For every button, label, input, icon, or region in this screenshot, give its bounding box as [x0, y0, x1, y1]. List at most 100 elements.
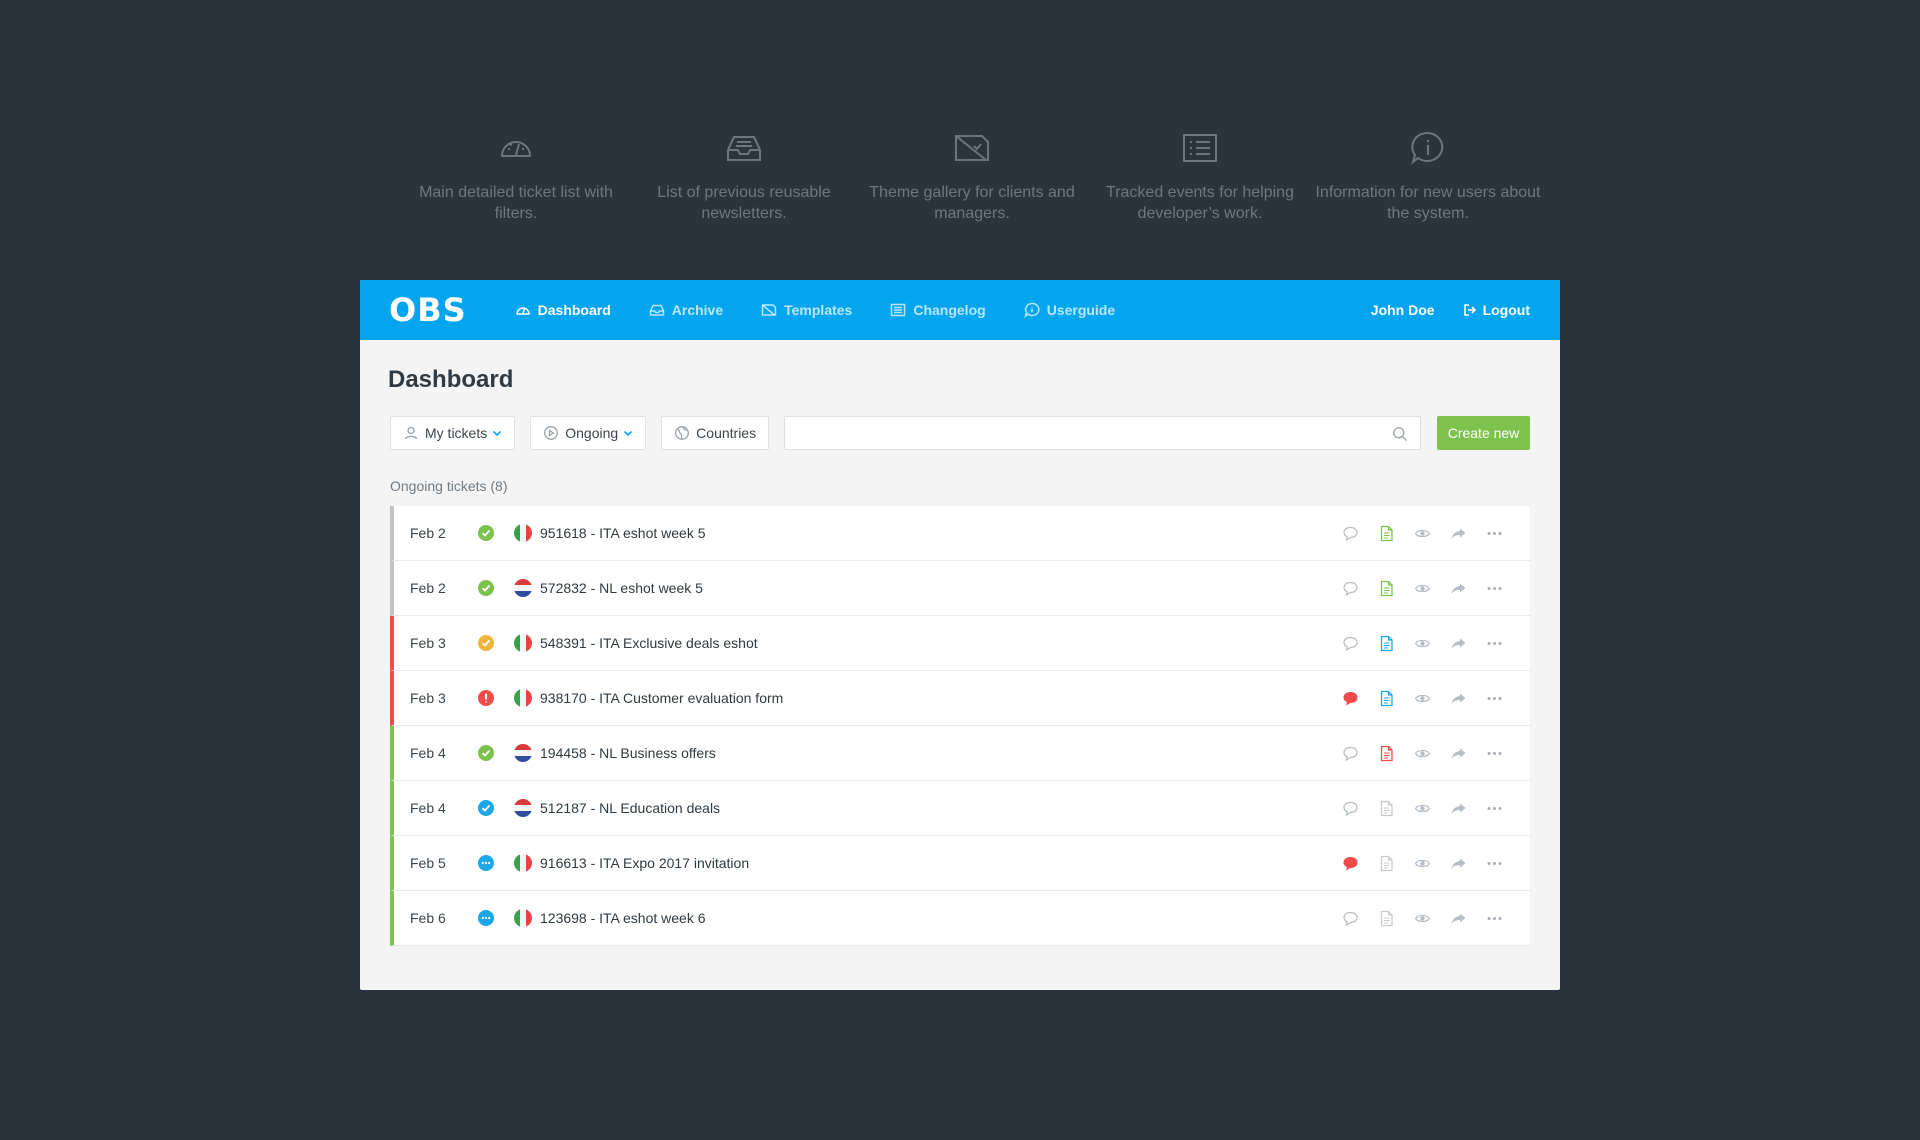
- eye-icon[interactable]: [1404, 853, 1440, 873]
- countries-dropdown[interactable]: Countries: [661, 416, 770, 450]
- ticket-name[interactable]: 916613 - ITA Expo 2017 invitation: [540, 855, 1332, 871]
- nav-label: Dashboard: [537, 302, 611, 318]
- nav-templates[interactable]: Templates: [761, 302, 852, 318]
- comment-icon[interactable]: [1332, 908, 1368, 928]
- search-box: [784, 416, 1421, 450]
- create-new-button[interactable]: Create new: [1437, 416, 1530, 450]
- share-arrow-icon[interactable]: [1440, 523, 1476, 543]
- ticket-name[interactable]: 123698 - ITA eshot week 6: [540, 910, 1332, 926]
- document-icon[interactable]: [1368, 853, 1404, 873]
- row-actions: [1332, 688, 1512, 708]
- eye-icon[interactable]: [1404, 578, 1440, 598]
- netherlands-flag-icon: [514, 579, 532, 597]
- logout-label: Logout: [1482, 302, 1530, 318]
- status-in-progress-icon: [476, 908, 496, 928]
- nav-changelog[interactable]: Changelog: [890, 302, 986, 318]
- table-row[interactable]: Feb 3 548391 - ITA Exclusive deals eshot: [390, 616, 1530, 671]
- main-content: Dashboard My tickets Ongoing Countries C…: [360, 340, 1560, 946]
- my-tickets-dropdown[interactable]: My tickets: [390, 416, 516, 450]
- globe-icon: [675, 426, 690, 440]
- feature-changelog: Tracked events for helping developer’s w…: [1086, 128, 1314, 224]
- list-heading: Ongoing tickets (8): [390, 478, 508, 494]
- eye-icon[interactable]: [1404, 743, 1440, 763]
- share-arrow-icon[interactable]: [1440, 853, 1476, 873]
- ticket-date: Feb 5: [410, 855, 446, 871]
- chevron-down-icon: [624, 430, 633, 437]
- comment-icon[interactable]: [1332, 798, 1368, 818]
- table-row[interactable]: Feb 4 194458 - NL Business offers: [390, 726, 1530, 781]
- more-options-icon[interactable]: [1476, 633, 1512, 653]
- search-input[interactable]: [785, 417, 1420, 449]
- nav-dashboard[interactable]: Dashboard: [515, 302, 611, 318]
- comment-icon[interactable]: [1332, 578, 1368, 598]
- document-icon[interactable]: [1368, 688, 1404, 708]
- ticket-name[interactable]: 512187 - NL Education deals: [540, 800, 1332, 816]
- share-arrow-icon[interactable]: [1440, 633, 1476, 653]
- comment-icon[interactable]: [1332, 853, 1368, 873]
- comment-icon[interactable]: [1332, 743, 1368, 763]
- table-row[interactable]: Feb 4 512187 - NL Education deals: [390, 781, 1530, 836]
- nav-label: Templates: [784, 302, 853, 318]
- share-arrow-icon[interactable]: [1440, 908, 1476, 928]
- table-row[interactable]: Feb 3 938170 - ITA Customer evaluation fo…: [390, 671, 1530, 726]
- feature-text: Main detailed ticket list with filters.: [419, 184, 613, 222]
- table-row[interactable]: Feb 2 951618 - ITA eshot week 5: [390, 506, 1530, 561]
- nav-label: Archive: [671, 302, 724, 318]
- my-tickets-label: My tickets: [425, 425, 488, 441]
- nav-userguide[interactable]: Userguide: [1023, 302, 1115, 318]
- ticket-date: Feb 4: [410, 745, 446, 761]
- table-row[interactable]: Feb 6 123698 - ITA eshot week 6: [390, 891, 1530, 946]
- ticket-date: Feb 4: [410, 800, 446, 816]
- table-row[interactable]: Feb 2 572832 - NL eshot week 5: [390, 561, 1530, 616]
- eye-icon[interactable]: [1404, 688, 1440, 708]
- eye-icon[interactable]: [1404, 908, 1440, 928]
- document-icon[interactable]: [1368, 908, 1404, 928]
- more-options-icon[interactable]: [1476, 578, 1512, 598]
- more-options-icon[interactable]: [1476, 908, 1512, 928]
- countries-label: Countries: [696, 425, 757, 441]
- italy-flag-icon: [514, 689, 532, 707]
- share-arrow-icon[interactable]: [1440, 743, 1476, 763]
- feature-userguide: Information for new users about the syst…: [1314, 128, 1542, 224]
- ticket-name[interactable]: 938170 - ITA Customer evaluation form: [540, 690, 1332, 706]
- search-icon[interactable]: [1392, 426, 1408, 442]
- document-icon[interactable]: [1368, 578, 1404, 598]
- info-bubble-icon: [1023, 302, 1040, 318]
- ticket-name[interactable]: 194458 - NL Business offers: [540, 745, 1332, 761]
- document-icon[interactable]: [1368, 633, 1404, 653]
- row-actions: [1332, 633, 1512, 653]
- ticket-name[interactable]: 548391 - ITA Exclusive deals eshot: [540, 635, 1332, 651]
- status-done-icon: [476, 523, 496, 543]
- list-icon: [1180, 128, 1220, 168]
- more-options-icon[interactable]: [1476, 523, 1512, 543]
- user-icon: [404, 426, 418, 440]
- more-options-icon[interactable]: [1476, 743, 1512, 763]
- comment-icon[interactable]: [1332, 633, 1368, 653]
- nav-archive[interactable]: Archive: [649, 302, 723, 318]
- ticket-name[interactable]: 951618 - ITA eshot week 5: [540, 525, 1332, 541]
- logout-button[interactable]: Logout: [1463, 302, 1530, 318]
- ongoing-dropdown[interactable]: Ongoing: [530, 416, 647, 450]
- document-icon[interactable]: [1368, 798, 1404, 818]
- status-in-progress-icon: [476, 853, 496, 873]
- comment-icon[interactable]: [1332, 688, 1368, 708]
- inbox-icon: [724, 128, 764, 168]
- more-options-icon[interactable]: [1476, 853, 1512, 873]
- netherlands-flag-icon: [514, 799, 532, 817]
- share-arrow-icon[interactable]: [1440, 688, 1476, 708]
- user-name[interactable]: John Doe: [1371, 302, 1435, 318]
- eye-icon[interactable]: [1404, 523, 1440, 543]
- ticket-name[interactable]: 572832 - NL eshot week 5: [540, 580, 1332, 596]
- share-arrow-icon[interactable]: [1440, 578, 1476, 598]
- logo[interactable]: OBS: [389, 291, 467, 329]
- info-bubble-icon: [1408, 128, 1448, 168]
- document-icon[interactable]: [1368, 523, 1404, 543]
- more-options-icon[interactable]: [1476, 798, 1512, 818]
- table-row[interactable]: Feb 5 916613 - ITA Expo 2017 invitation: [390, 836, 1530, 891]
- eye-icon[interactable]: [1404, 798, 1440, 818]
- eye-icon[interactable]: [1404, 633, 1440, 653]
- share-arrow-icon[interactable]: [1440, 798, 1476, 818]
- more-options-icon[interactable]: [1476, 688, 1512, 708]
- comment-icon[interactable]: [1332, 523, 1368, 543]
- document-icon[interactable]: [1368, 743, 1404, 763]
